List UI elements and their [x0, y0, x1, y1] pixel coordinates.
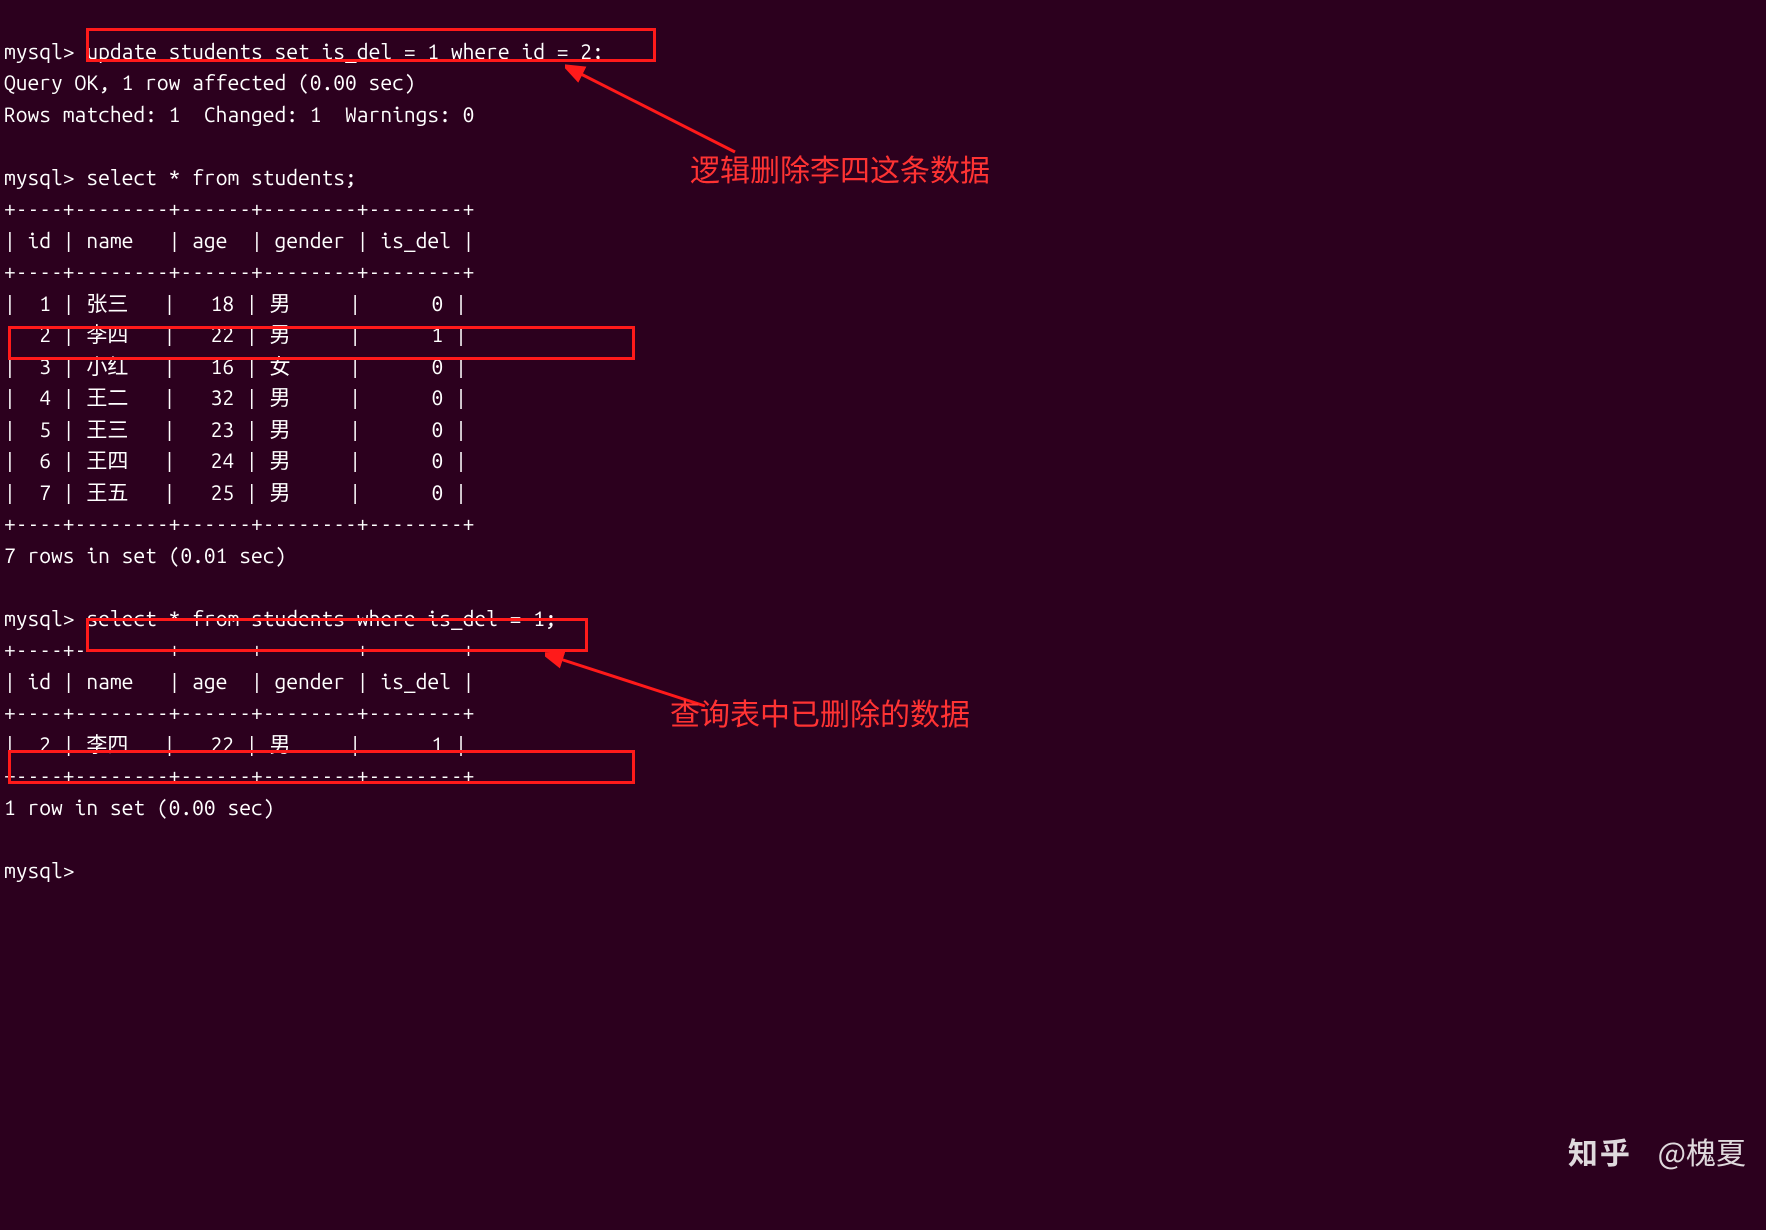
result-line: Rows matched: 1 Changed: 1 Warnings: 0 [4, 102, 474, 126]
highlight-update-cmd [86, 28, 656, 62]
table-header: | id | name | age | gender | is_del | [4, 228, 474, 252]
result-line: 7 rows in set (0.01 sec) [4, 543, 286, 567]
highlight-row-id2-a [8, 326, 635, 360]
highlight-select-del [86, 618, 588, 652]
result-line: 1 row in set (0.00 sec) [4, 795, 274, 819]
table-row: | 6 | 王四 | 24 | 男 | 0 | [4, 448, 467, 472]
result-line: Query OK, 1 row affected (0.00 sec) [4, 70, 416, 94]
table-border: +----+--------+------+--------+--------+ [4, 196, 474, 220]
table-row: | 4 | 王二 | 32 | 男 | 0 | [4, 385, 467, 409]
table-border: +----+--------+------+--------+--------+ [4, 511, 474, 535]
mysql-prompt: mysql> [4, 606, 75, 630]
watermark-handle: @槐夏 [1658, 1129, 1746, 1173]
sql-select-all-cmd: select * from students; [86, 165, 356, 189]
annotation-query-deleted: 查询表中已删除的数据 [670, 690, 970, 735]
mysql-prompt: mysql> [4, 858, 75, 882]
annotation-logic-delete: 逻辑删除李四这条数据 [690, 146, 990, 191]
table-border: +----+--------+------+--------+--------+ [4, 700, 474, 724]
watermark: 知乎 @槐夏 [1568, 1129, 1746, 1174]
table-border: +----+--------+------+--------+--------+ [4, 259, 474, 283]
highlight-row-id2-b [8, 750, 635, 784]
table-header: | id | name | age | gender | is_del | [4, 669, 474, 693]
mysql-prompt: mysql> [4, 165, 75, 189]
watermark-brand: 知乎 [1568, 1129, 1632, 1173]
table-row: | 7 | 王五 | 25 | 男 | 0 | [4, 480, 467, 504]
mysql-prompt: mysql> [4, 39, 75, 63]
table-row: | 5 | 王三 | 23 | 男 | 0 | [4, 417, 467, 441]
table-row: | 1 | 张三 | 18 | 男 | 0 | [4, 291, 467, 315]
